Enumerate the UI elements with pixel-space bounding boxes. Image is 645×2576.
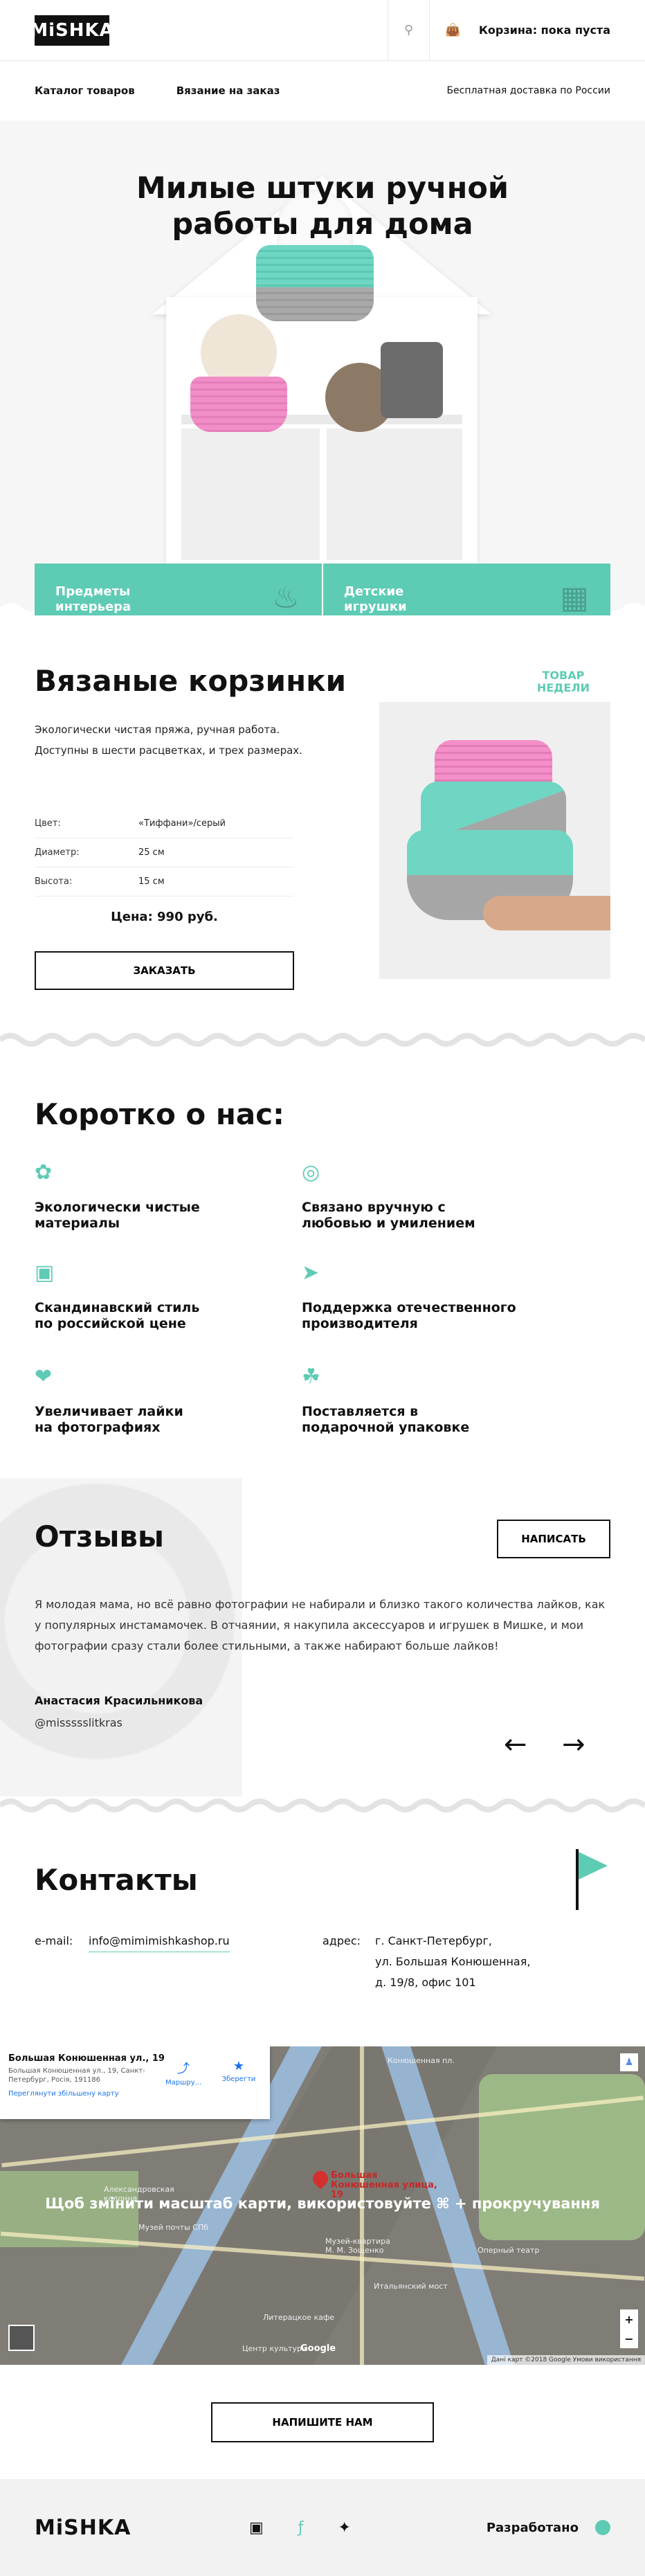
review-handle: @missssslitkras — [35, 1716, 122, 1729]
feature-item: ☘ Поставляется в подарочной упаковке — [302, 1364, 470, 1435]
order-button[interactable]: ЗАКАЗАТЬ — [35, 951, 294, 990]
place-address: Большая Конюшенная ул., 19, Санкт-Петерб… — [8, 2067, 145, 2084]
write-review-button[interactable]: НАПИСАТЬ — [497, 1520, 610, 1558]
map-label: Центр культуры — [242, 2344, 308, 2353]
feature-item: ➤ Поддержка отечественного производителя — [302, 1261, 516, 1331]
yarn-icon: ◎ — [302, 1160, 320, 1185]
map-zoom-control: + − — [620, 2309, 638, 2348]
contacts-section: Контакты e-mail: info@mimimishkashop.ru … — [0, 1814, 645, 2046]
map-label: Музей почты СПб — [138, 2223, 209, 2232]
address-value: г. Санкт-Петербург, ул. Большая Конюшенн… — [375, 1934, 531, 1989]
flag-icon — [576, 1849, 610, 1910]
cart-button[interactable]: 👜 Корзина: пока пуста — [429, 0, 645, 60]
mint-basket-image — [256, 245, 374, 321]
map-scroll-hint: Щоб змінити масштаб карти, використовуйт… — [45, 2195, 600, 2212]
spec-row: Диаметр: 25 см — [35, 838, 294, 867]
facebook-icon[interactable]: ƒ — [298, 2519, 304, 2537]
zoom-in-button[interactable]: + — [624, 2313, 633, 2326]
map-embed[interactable]: Конюшенная пл. Александровская колонна М… — [0, 2046, 645, 2365]
footer-logo[interactable]: MiSHKA — [35, 2516, 249, 2540]
wave-divider — [0, 1031, 645, 1049]
main-nav: Каталог товаров Вязание на заказ Бесплат… — [0, 61, 645, 120]
wave-divider — [0, 1796, 645, 1814]
prev-review-button[interactable]: ← — [504, 1731, 527, 1758]
reviews-section: Отзывы НАПИСАТЬ Я молодая мама, но всё р… — [0, 1478, 645, 1796]
feature-item: ✿ Экологически чистые материалы — [35, 1160, 200, 1231]
map-label: Конюшенная пл. — [388, 2056, 455, 2065]
map-attribution: Дані карт ©2018 Google Умови використанн… — [487, 2355, 645, 2365]
email-label: e-mail: — [35, 1934, 73, 1947]
flower-icon: ✿ — [35, 1160, 53, 1185]
email-link[interactable]: info@mimimishkashop.ru — [89, 1931, 230, 1952]
bag-icon: 👜 — [445, 23, 461, 37]
satellite-toggle[interactable] — [8, 2325, 35, 2351]
spec-row: Цвет: «Тиффани»/серый — [35, 809, 294, 838]
hero-section: Милые штуки ручной работы для дома Предм… — [0, 120, 645, 615]
pegman-icon[interactable]: ♟ — [620, 2053, 638, 2071]
save-button[interactable]: ★ Зберегти — [215, 2059, 263, 2083]
site-footer: MiSHKA ▣ ƒ ✦ Разработано — [0, 2479, 645, 2576]
product-description: Экологически чистая пряжа, ручная работа… — [35, 723, 302, 757]
page: MiSHKA ⚲ 👜 Корзина: пока пуста Каталог т… — [0, 0, 645, 2576]
review-text: Я молодая мама, но всё равно фотографии … — [35, 1598, 606, 1652]
map-label: Литерацкое кафе — [263, 2313, 335, 2322]
map-place-card: Большая Конюшенная ул., 19 Большая Конюш… — [0, 2046, 270, 2119]
write-us-button[interactable]: НАПИШИТЕ НАМ — [211, 2402, 434, 2442]
write-us-area: НАПИШИТЕ НАМ — [0, 2365, 645, 2479]
search-button[interactable]: ⚲ — [388, 0, 429, 60]
nav-custom-link[interactable]: Вязание на заказ — [176, 84, 280, 97]
contacts-title: Контакты — [35, 1863, 198, 1897]
review-author: Анастасия Красильникова — [35, 1694, 203, 1707]
rocket-icon: ➤ — [302, 1261, 320, 1285]
blocks-icon: ▦ — [560, 580, 589, 615]
product-of-week: Вязаные корзинки ТОВАР НЕДЕЛИ Экологичес… — [0, 615, 645, 1031]
about-section: Коротко о нас: ✿ Экологически чистые мате… — [0, 1049, 645, 1478]
site-header: MiSHKA ⚲ 👜 Корзина: пока пуста — [0, 0, 645, 61]
nav-catalog-link[interactable]: Каталог товаров — [35, 84, 135, 97]
map-label: Итальянский мост — [374, 2282, 448, 2291]
larger-map-link[interactable]: Переглянути збільшену карту — [8, 2090, 262, 2098]
category-bar: Предметы интерьера ♨ Детские игрушки ▦ — [35, 564, 610, 615]
pink-basket-image — [190, 377, 287, 432]
map-pin-icon[interactable] — [309, 2168, 331, 2190]
map-label: Оперный театр — [478, 2246, 540, 2255]
twitter-icon[interactable]: ✦ — [338, 2519, 351, 2537]
reviews-title: Отзывы — [35, 1520, 164, 1553]
route-button[interactable]: ⤴ Маршру... — [159, 2059, 208, 2087]
category-interior[interactable]: Предметы интерьера ♨ — [35, 564, 322, 615]
instagram-icon[interactable]: ▣ — [249, 2519, 264, 2537]
banknote-icon: ▣ — [35, 1261, 55, 1285]
pillow-image — [381, 342, 443, 418]
next-review-button[interactable]: → — [562, 1731, 585, 1758]
google-logo: Google — [300, 2343, 336, 2354]
product-price: Цена: 990 руб. — [111, 910, 218, 924]
category-kids-toys[interactable]: Детские игрушки ▦ — [322, 564, 610, 615]
lamp-icon: ♨ — [272, 580, 300, 615]
week-badge: ТОВАР НЕДЕЛИ — [536, 669, 590, 694]
cart-label: Корзина: пока пуста — [478, 24, 610, 37]
developer-label: Разработано — [486, 2520, 579, 2535]
address-label: адрес: — [322, 1934, 361, 1947]
product-photo — [379, 702, 610, 979]
hero-title: Милые штуки ручной работы для дома — [136, 171, 509, 242]
product-title: Вязаные корзинки — [35, 664, 347, 698]
about-title: Коротко о нас: — [35, 1097, 284, 1131]
shipping-note: Бесплатная доставка по России — [446, 85, 610, 96]
spec-row: Высота: 15 см — [35, 867, 294, 897]
feature-item: ◎ Связано вручную с любовью и умилением — [302, 1160, 475, 1231]
logo[interactable]: MiSHKA — [30, 15, 113, 46]
heart-icon: ❤ — [35, 1364, 53, 1389]
logo-area: MiSHKA — [0, 0, 388, 60]
developer-logo[interactable] — [595, 2520, 610, 2535]
gift-icon: ☘ — [302, 1364, 320, 1389]
zoom-out-button[interactable]: − — [624, 2332, 633, 2345]
star-icon: ★ — [233, 2059, 245, 2073]
feature-item: ❤ Увеличивает лайки на фотографиях — [35, 1364, 183, 1435]
directions-icon: ⤴ — [177, 2062, 190, 2076]
map-label: Музей-квартира М. М. Зощенко — [325, 2237, 390, 2255]
product-specs: Цвет: «Тиффани»/серый Диаметр: 25 см Высот… — [35, 809, 294, 897]
feature-item: ▣ Скандинавский стиль по российской цене — [35, 1261, 200, 1331]
social-links: ▣ ƒ ✦ — [249, 2519, 351, 2537]
search-icon: ⚲ — [403, 23, 414, 37]
